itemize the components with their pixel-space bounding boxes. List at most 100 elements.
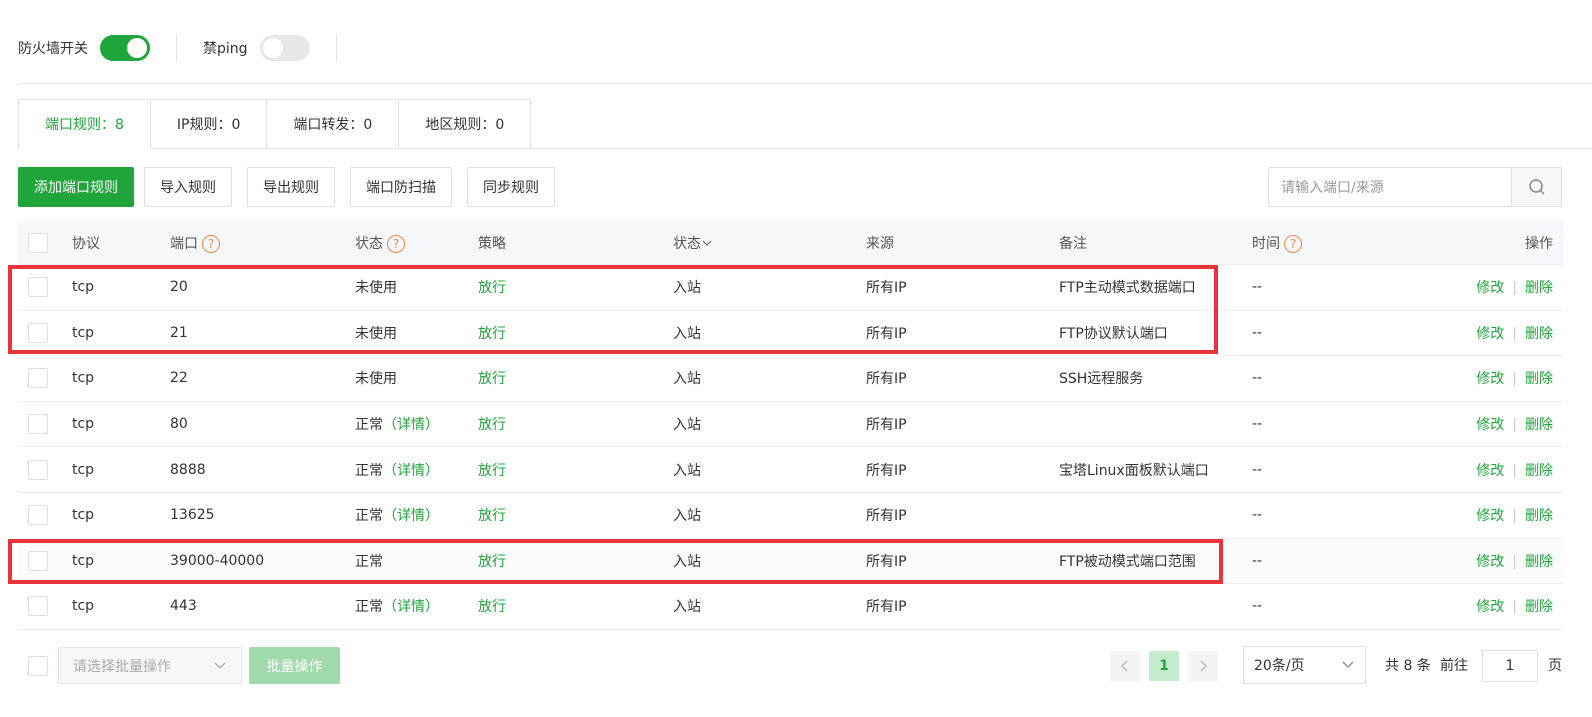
row-checkbox[interactable] (28, 277, 48, 298)
cell-ops: 修改 | 删除 (1476, 460, 1553, 480)
edit-link[interactable]: 修改 (1476, 554, 1504, 570)
cell-port: 20 (170, 279, 188, 296)
footer-select-all-checkbox[interactable] (28, 656, 48, 676)
cell-port: 22 (170, 370, 188, 387)
ping-switch[interactable] (259, 35, 310, 61)
delete-link[interactable]: 删除 (1525, 280, 1553, 296)
status-detail-link[interactable]: （详情） (383, 599, 439, 615)
cell-time: -- (1252, 461, 1263, 478)
cell-source: 所有IP (866, 325, 907, 342)
cell-protocol: tcp (72, 507, 95, 524)
table-row: tcp 20 未使用 放行 入站 所有IP FTP主动模式数据端口 -- 修改 |… (18, 265, 1563, 311)
delete-link[interactable]: 删除 (1525, 326, 1553, 342)
import-rules-button[interactable]: 导入规则 (144, 167, 232, 207)
row-checkbox[interactable] (28, 414, 48, 435)
table-row: tcp 21 未使用 放行 入站 所有IP FTP协议默认端口 -- 修改 | 删除 (18, 311, 1563, 357)
cell-port: 39000-40000 (170, 552, 265, 569)
row-checkbox[interactable] (28, 322, 48, 343)
delete-link[interactable]: 删除 (1525, 554, 1553, 570)
cell-policy: 放行 (478, 371, 506, 388)
add-port-rule-button[interactable]: 添加端口规则 (18, 167, 134, 207)
cell-ops: 修改 | 删除 (1476, 505, 1553, 525)
col-ops: 操作 (1525, 235, 1553, 252)
help-icon[interactable]: ? (387, 234, 405, 253)
status-text: 正常 (355, 599, 383, 616)
cell-direction: 入站 (673, 371, 701, 388)
delete-link[interactable]: 删除 (1525, 371, 1553, 387)
edit-link[interactable]: 修改 (1476, 280, 1504, 296)
export-rules-button[interactable]: 导出规则 (247, 167, 335, 207)
col-status: 状态? (355, 233, 405, 253)
search-input[interactable]: 请输入端口/来源 (1269, 168, 1511, 206)
page-size-value: 20条/页 (1254, 658, 1305, 674)
page-size-select[interactable]: 20条/页 (1243, 646, 1366, 684)
batch-operation-button[interactable]: 批量操作 (249, 647, 340, 684)
ping-toggle-group: 禁ping (203, 34, 337, 62)
firewall-switch[interactable] (100, 35, 150, 61)
cell-protocol: tcp (72, 598, 95, 615)
delete-link[interactable]: 删除 (1525, 508, 1553, 524)
cell-direction: 入站 (673, 325, 701, 342)
tab-ip-rules[interactable]: IP规则：0 (150, 99, 268, 149)
rule-tabs: 端口规则：8 IP规则：0 端口转发：0 地区规则：0 (18, 99, 1592, 149)
help-icon[interactable]: ? (1284, 234, 1302, 253)
cell-source: 所有IP (866, 371, 907, 388)
ops-separator: | (1512, 371, 1517, 388)
cell-policy: 放行 (478, 553, 506, 570)
port-anti-scan-button[interactable]: 端口防扫描 (350, 167, 452, 207)
edit-link[interactable]: 修改 (1476, 417, 1504, 433)
cell-status: 未使用 (355, 323, 397, 343)
delete-link[interactable]: 删除 (1525, 417, 1553, 433)
cell-policy: 放行 (478, 462, 506, 479)
cell-time: -- (1252, 598, 1263, 615)
cell-direction: 入站 (673, 553, 701, 570)
row-checkbox[interactable] (28, 459, 48, 480)
prev-page-button[interactable] (1110, 651, 1140, 681)
sync-rules-button[interactable]: 同步规则 (467, 167, 555, 207)
col-direction-label: 状态 (673, 235, 701, 252)
cell-direction: 入站 (673, 280, 701, 297)
goto-page-input[interactable]: 1 (1482, 650, 1538, 682)
table-row: tcp 39000-40000 正常 放行 入站 所有IP FTP被动模式端口范… (18, 538, 1563, 585)
row-checkbox[interactable] (28, 550, 48, 571)
delete-link[interactable]: 删除 (1525, 599, 1553, 615)
cell-policy: 放行 (478, 599, 506, 616)
edit-link[interactable]: 修改 (1476, 463, 1504, 479)
row-checkbox[interactable] (28, 505, 48, 526)
cell-protocol: tcp (72, 416, 95, 433)
status-detail-link[interactable]: （详情） (383, 463, 439, 479)
row-checkbox[interactable] (28, 596, 48, 617)
row-checkbox[interactable] (28, 368, 48, 389)
help-icon[interactable]: ? (202, 234, 220, 253)
tab-port-rules[interactable]: 端口规则：8 (18, 99, 151, 149)
status-detail-link[interactable]: （详情） (383, 508, 439, 524)
col-time: 时间? (1252, 233, 1302, 253)
status-detail-link[interactable]: （详情） (383, 417, 439, 433)
edit-link[interactable]: 修改 (1476, 326, 1504, 342)
edit-link[interactable]: 修改 (1476, 371, 1504, 387)
current-page-button[interactable]: 1 (1149, 651, 1179, 681)
select-all-checkbox[interactable] (28, 232, 48, 253)
ops-separator: | (1512, 553, 1517, 570)
batch-operation-select[interactable]: 请选择批量操作 (58, 647, 242, 684)
chevron-down-icon (214, 662, 226, 669)
edit-link[interactable]: 修改 (1476, 599, 1504, 615)
cell-ops: 修改 | 删除 (1476, 323, 1553, 343)
search-button[interactable] (1511, 168, 1561, 206)
tab-region-rules[interactable]: 地区规则：0 (399, 99, 532, 149)
edit-link[interactable]: 修改 (1476, 508, 1504, 524)
status-text: 未使用 (355, 280, 397, 297)
cell-status: 未使用 (355, 277, 397, 297)
col-port-label: 端口 (170, 235, 198, 252)
next-page-button[interactable] (1188, 651, 1218, 681)
divider (18, 83, 1592, 84)
cell-time: -- (1252, 507, 1263, 524)
delete-link[interactable]: 删除 (1525, 463, 1553, 479)
ops-separator: | (1512, 280, 1517, 297)
col-direction[interactable]: 状态 (673, 233, 713, 253)
cell-ops: 修改 | 删除 (1476, 414, 1553, 434)
ops-separator: | (1512, 599, 1517, 616)
tab-port-forward[interactable]: 端口转发：0 (267, 99, 400, 149)
col-source: 来源 (866, 235, 894, 252)
cell-status: 正常（详情） (355, 505, 439, 525)
